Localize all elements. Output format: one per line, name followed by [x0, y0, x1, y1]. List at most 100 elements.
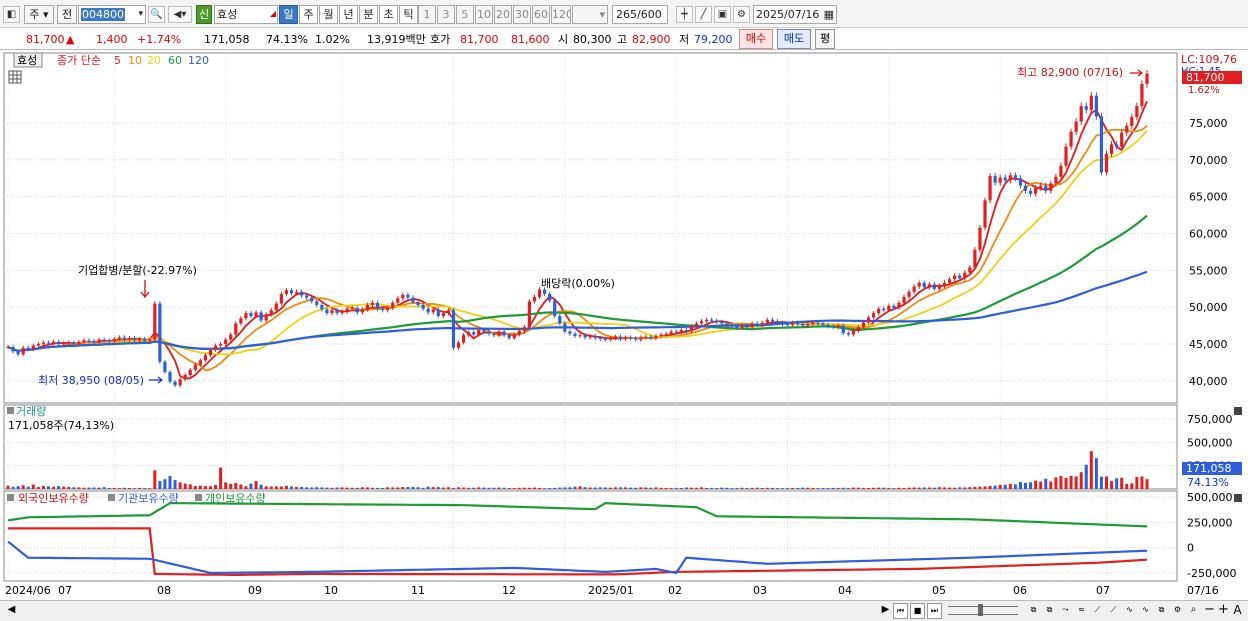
trend-icon[interactable]: ⤳: [1058, 603, 1073, 619]
volume-bar: [46, 486, 50, 489]
step-select[interactable]: ▾: [572, 5, 608, 24]
stop-button[interactable]: ■: [910, 603, 925, 619]
date-tick-label: 07/16: [1187, 584, 1219, 597]
volume-bar: [6, 485, 10, 489]
candle-body: [138, 338, 142, 341]
volume-bar: [1115, 478, 1119, 489]
scroll-right-icon[interactable]: ▶: [878, 603, 893, 619]
volume-bar: [755, 487, 759, 489]
market-type-select[interactable]: 주 ▾: [24, 5, 54, 24]
volume-bar: [340, 487, 344, 489]
candle-body: [497, 331, 501, 336]
buy-button[interactable]: 매수: [739, 29, 773, 49]
line-tool-icon[interactable]: ⟋: [1090, 603, 1105, 619]
gear-icon[interactable]: ⚙: [733, 6, 750, 23]
volume-bar: [117, 488, 121, 489]
candle-body: [1135, 106, 1139, 118]
volume-bar: [138, 487, 142, 489]
holdings-pane-handle-icon[interactable]: [7, 494, 14, 501]
lc-label: LC:109,76: [1181, 53, 1237, 66]
volume-bar: [867, 487, 871, 489]
zoom-slider[interactable]: [948, 604, 1018, 616]
draw-tool-icon[interactable]: ╱: [695, 6, 712, 23]
step-120-button[interactable]: 120: [551, 5, 571, 24]
search-icon[interactable]: 🔍: [148, 6, 165, 23]
volume-bar: [649, 487, 653, 489]
period-year-button[interactable]: 년: [339, 5, 358, 24]
holdings-pane-close-icon[interactable]: [1234, 494, 1242, 502]
step-5-button[interactable]: 5: [456, 5, 474, 24]
volume-value: 171,058: [204, 33, 250, 46]
scroll-left-icon[interactable]: ◀: [4, 603, 19, 619]
wave2-icon[interactable]: ∿: [1138, 603, 1153, 619]
step-3-button[interactable]: 3: [437, 5, 455, 24]
date-field[interactable]: 2025/07/16 ▦: [753, 5, 837, 24]
period-second-button[interactable]: 초: [379, 5, 398, 24]
candle-body: [502, 331, 506, 336]
volume-bar: [320, 487, 324, 489]
period-day-button[interactable]: 일: [279, 5, 298, 24]
pattern-icon[interactable]: ≈: [1074, 603, 1089, 619]
filter-select[interactable]: 전: [57, 5, 77, 24]
volume-bar: [300, 486, 304, 489]
volume-bar: [416, 487, 420, 489]
scroll-start-button[interactable]: ⏮: [893, 603, 908, 619]
volume-bar: [613, 487, 617, 489]
save-icon[interactable]: ▣: [714, 6, 731, 23]
scroll-end-button[interactable]: ⏭: [927, 603, 942, 619]
search-tool-icon[interactable]: ⌕: [1186, 603, 1201, 619]
candle-body: [219, 344, 223, 346]
volume-pane-handle-icon[interactable]: [7, 407, 14, 414]
candle-body: [1003, 177, 1007, 181]
count-field[interactable]: 265/600: [612, 5, 668, 24]
window-menu-icon[interactable]: ◧: [3, 6, 20, 23]
trend-tool-icon[interactable]: ⟋: [1106, 603, 1121, 619]
volume-bar: [856, 487, 860, 489]
period-minute-button[interactable]: 분: [359, 5, 378, 24]
candle-body: [907, 291, 911, 297]
date-tick-label: 2025/01: [588, 584, 634, 597]
candle-body: [1109, 144, 1114, 154]
zoom-out-button[interactable]: −: [1202, 603, 1217, 619]
volume-bar: [811, 487, 815, 489]
candle-body: [1104, 153, 1109, 173]
zoom-box-icon[interactable]: ⧉: [1026, 603, 1041, 619]
sell-button[interactable]: 매도: [777, 29, 811, 49]
chart-area: 75,000 70,000 65,000 60,000 55,000 50,000 45,0…: [0, 50, 1248, 600]
stock-name-field[interactable]: 효성 ◢: [214, 5, 278, 24]
candle-body: [426, 308, 430, 313]
candle-style-icon[interactable]: ┿: [676, 6, 693, 23]
step-10-button[interactable]: 10: [475, 5, 493, 24]
volume-bar: [851, 487, 855, 489]
period-week-button[interactable]: 주: [299, 5, 318, 24]
volume-bar: [365, 487, 369, 489]
table-grid-icon[interactable]: [8, 70, 22, 84]
volume-pane-close-icon[interactable]: [1234, 407, 1242, 415]
step-30-button[interactable]: 30: [513, 5, 531, 24]
copy-icon[interactable]: ⧉: [1154, 603, 1169, 619]
volume-bar: [578, 486, 582, 489]
stock-code-input[interactable]: 004800 ▾: [78, 5, 146, 24]
volume-bar: [1049, 481, 1053, 489]
speaker-icon[interactable]: ◀▾: [168, 6, 192, 23]
candle-body: [947, 279, 952, 283]
wave-icon[interactable]: ∿: [1122, 603, 1137, 619]
stock-chart-svg[interactable]: 75,000 70,000 65,000 60,000 55,000 50,000 45,0…: [0, 50, 1248, 600]
candle-body: [127, 338, 132, 340]
volume-bar: [588, 487, 592, 489]
candle-body: [467, 332, 471, 336]
font-size-button[interactable]: A: [1230, 603, 1245, 619]
step-20-button[interactable]: 20: [494, 5, 512, 24]
period-month-button[interactable]: 월: [319, 5, 338, 24]
candle-body: [1049, 183, 1053, 191]
step-60-button[interactable]: 60: [532, 5, 550, 24]
date-tick-label: 04: [838, 584, 852, 597]
candle-body: [1074, 121, 1078, 132]
step-1-button[interactable]: 1: [418, 5, 436, 24]
compare-icon[interactable]: ⧉: [1042, 603, 1057, 619]
period-tick-button[interactable]: 틱: [399, 5, 418, 24]
volume-bar: [836, 487, 840, 489]
zoom-in-button[interactable]: +: [1216, 603, 1231, 619]
eval-button[interactable]: 평: [815, 29, 835, 49]
settings-tool-icon[interactable]: ⚙: [1170, 603, 1185, 619]
